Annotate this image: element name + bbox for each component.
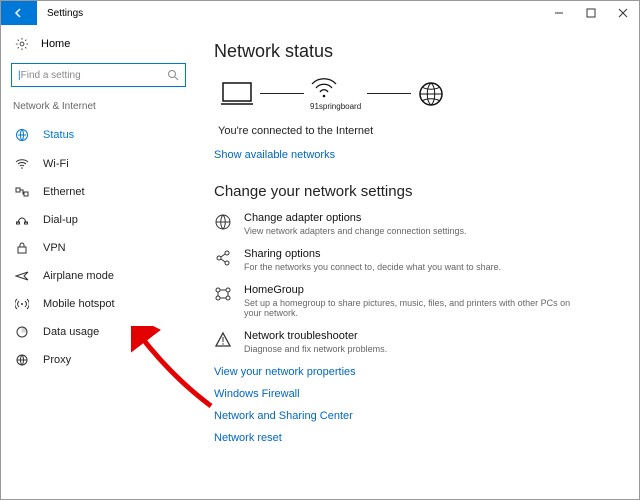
sidebar-item-vpn[interactable]: VPN: [1, 234, 196, 262]
change-settings-heading: Change your network settings: [214, 183, 621, 200]
sidebar-item-label: Status: [43, 129, 74, 141]
option-desc: Diagnose and fix network problems.: [244, 344, 387, 354]
sidebar: Home |Find a setting Network & Internet …: [1, 25, 196, 499]
search-input[interactable]: |Find a setting: [11, 63, 186, 87]
sidebar-item-datausage[interactable]: Data usage: [1, 318, 196, 346]
dialup-icon: [15, 214, 29, 226]
main-content: Network status 91springboard You're con: [196, 25, 639, 499]
option-title: Sharing options: [244, 248, 501, 260]
sidebar-item-label: Mobile hotspot: [43, 298, 115, 310]
adapter-icon: [214, 212, 232, 236]
option-desc: For the networks you connect to, decide …: [244, 262, 501, 272]
datausage-icon: [15, 326, 29, 338]
window-title: Settings: [37, 1, 93, 25]
sidebar-item-label: VPN: [43, 242, 66, 254]
section-label: Network & Internet: [1, 97, 196, 120]
option-title: Network troubleshooter: [244, 330, 387, 342]
network-name: 91springboard: [310, 102, 361, 111]
option-desc: Set up a homegroup to share pictures, mu…: [244, 298, 584, 318]
network-diagram: 91springboard: [220, 76, 621, 111]
ethernet-icon: [15, 186, 29, 198]
airplane-icon: [15, 270, 29, 282]
connection-status: You're connected to the Internet: [218, 125, 621, 137]
option-sharing[interactable]: Sharing options For the networks you con…: [214, 248, 621, 272]
search-placeholder: Find a setting: [21, 70, 81, 81]
option-adapter[interactable]: Change adapter options View network adap…: [214, 212, 621, 236]
sidebar-item-airplane[interactable]: Airplane mode: [1, 262, 196, 290]
option-title: Change adapter options: [244, 212, 466, 224]
sidebar-item-label: Wi-Fi: [43, 158, 69, 170]
wifi-icon: [15, 158, 29, 170]
option-homegroup[interactable]: HomeGroup Set up a homegroup to share pi…: [214, 284, 621, 318]
settings-window: Settings Home |Find a setting: [0, 0, 640, 500]
sidebar-item-hotspot[interactable]: Mobile hotspot: [1, 290, 196, 318]
sidebar-item-label: Airplane mode: [43, 270, 114, 282]
option-troubleshoot[interactable]: Network troubleshooter Diagnose and fix …: [214, 330, 621, 354]
sidebar-item-proxy[interactable]: Proxy: [1, 346, 196, 374]
sidebar-item-label: Ethernet: [43, 186, 85, 198]
troubleshoot-icon: [214, 330, 232, 354]
sharing-icon: [214, 248, 232, 272]
homegroup-icon: [214, 284, 232, 318]
page-title: Network status: [214, 41, 621, 62]
home-button[interactable]: Home: [1, 31, 196, 57]
hotspot-icon: [15, 298, 29, 310]
sidebar-item-status[interactable]: Status: [1, 120, 196, 150]
sidebar-item-label: Proxy: [43, 354, 71, 366]
link-properties[interactable]: View your network properties: [214, 366, 621, 378]
link-reset[interactable]: Network reset: [214, 432, 621, 444]
option-title: HomeGroup: [244, 284, 584, 296]
sidebar-item-wifi[interactable]: Wi-Fi: [1, 150, 196, 178]
sidebar-item-label: Data usage: [43, 326, 99, 338]
search-icon: [167, 69, 179, 81]
proxy-icon: [15, 354, 29, 366]
status-icon: [15, 128, 29, 142]
option-desc: View network adapters and change connect…: [244, 226, 466, 236]
maximize-button[interactable]: [575, 1, 607, 25]
pc-icon: [220, 79, 254, 109]
titlebar: Settings: [1, 1, 639, 25]
close-button[interactable]: [607, 1, 639, 25]
sidebar-item-ethernet[interactable]: Ethernet: [1, 178, 196, 206]
minimize-button[interactable]: [543, 1, 575, 25]
sidebar-item-dialup[interactable]: Dial-up: [1, 206, 196, 234]
link-firewall[interactable]: Windows Firewall: [214, 388, 621, 400]
globe-icon: [417, 80, 445, 108]
gear-icon: [15, 37, 29, 51]
sidebar-item-label: Dial-up: [43, 214, 78, 226]
show-networks-link[interactable]: Show available networks: [214, 149, 621, 161]
link-sharing-center[interactable]: Network and Sharing Center: [214, 410, 621, 422]
vpn-icon: [15, 242, 29, 254]
home-label: Home: [41, 38, 70, 50]
back-button[interactable]: [1, 1, 37, 25]
router-wifi-icon: [310, 76, 361, 100]
